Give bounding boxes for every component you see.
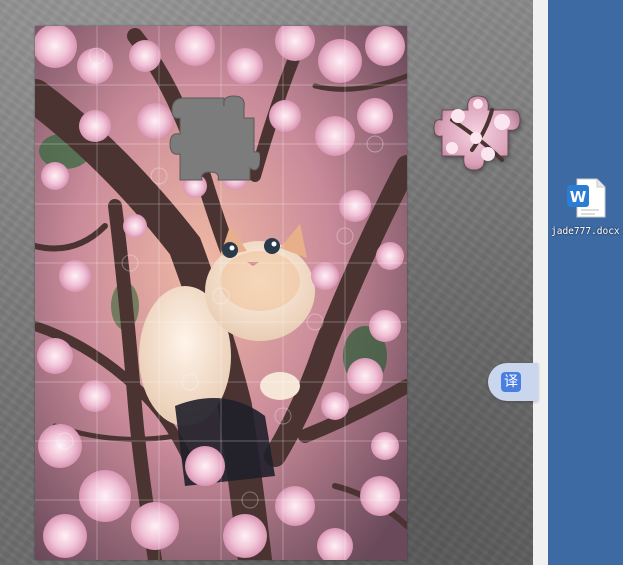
missing-piece-slot[interactable] — [154, 92, 260, 186]
desktop-file-name[interactable]: jade777.docx — [551, 226, 623, 237]
translate-button[interactable]: 译 — [488, 363, 538, 401]
word-document-icon[interactable]: W — [565, 177, 607, 219]
desktop-background — [548, 0, 623, 565]
translate-icon: 译 — [501, 372, 521, 392]
loose-puzzle-piece[interactable] — [432, 90, 524, 175]
word-badge: W — [570, 188, 587, 206]
window-edge — [533, 0, 548, 565]
